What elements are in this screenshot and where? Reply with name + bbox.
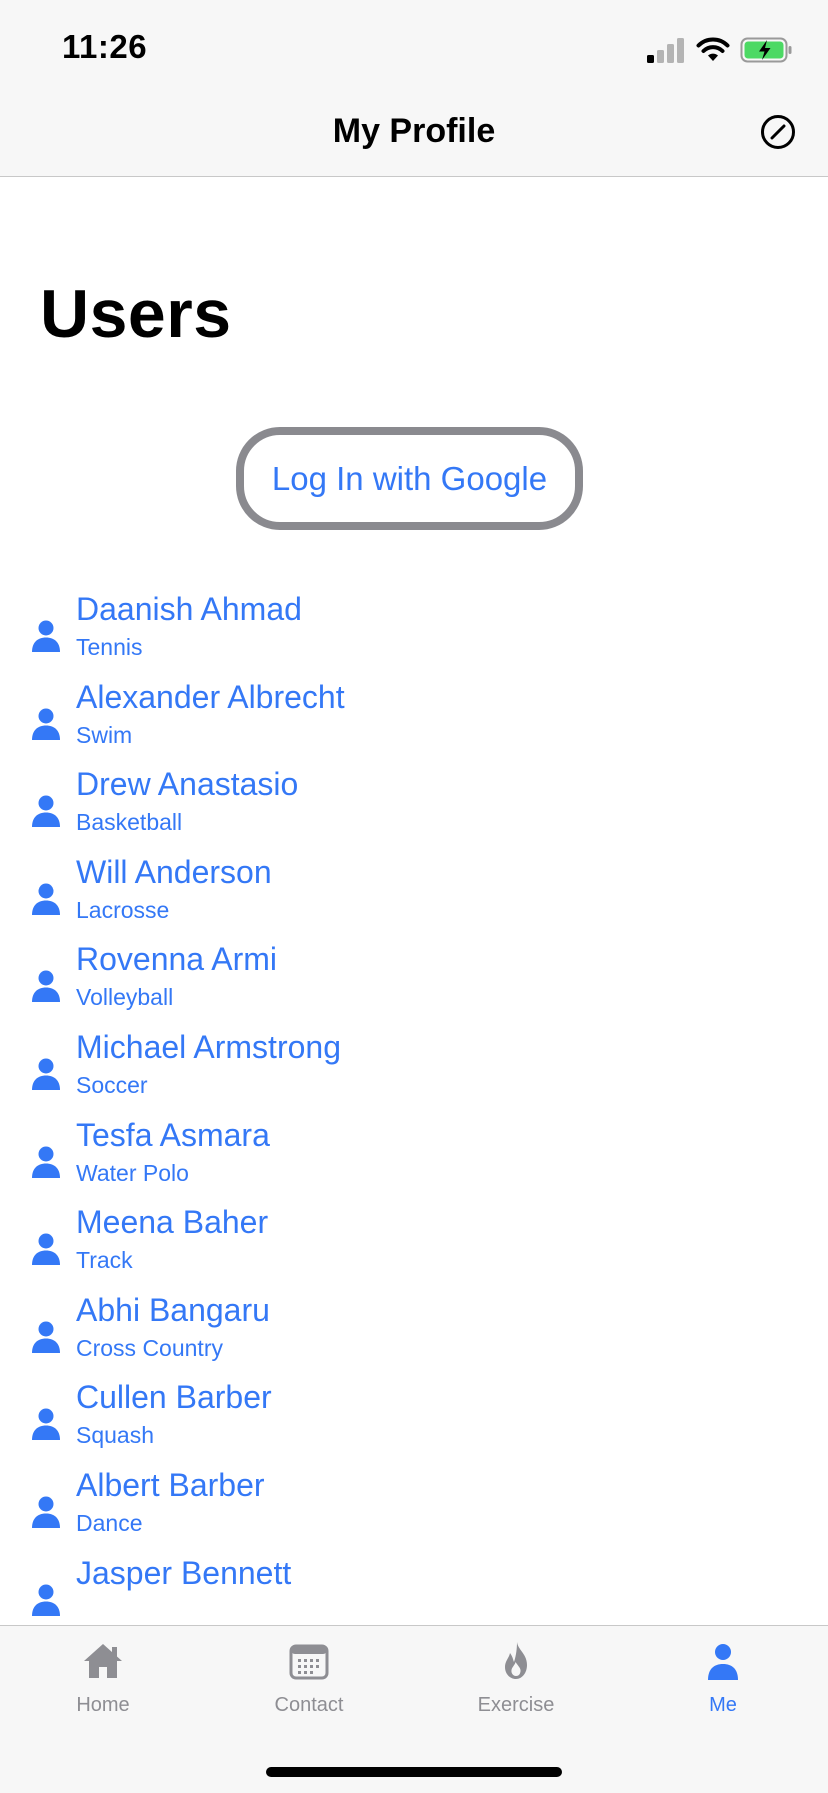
user-sport: Basketball bbox=[76, 809, 183, 836]
user-row[interactable]: Tesfa Asmara Water Polo bbox=[0, 1113, 828, 1201]
user-row[interactable]: Rovenna Armi Volleyball bbox=[0, 937, 828, 1025]
status-icons bbox=[646, 34, 794, 66]
user-name: Meena Baher bbox=[76, 1204, 269, 1241]
person-icon bbox=[32, 1584, 60, 1616]
user-name: Alexander Albrecht bbox=[76, 678, 345, 715]
main-content: Users Log In with Google Daanish Ahmad T… bbox=[0, 177, 828, 1625]
tab-label: Exercise bbox=[477, 1694, 555, 1716]
user-row[interactable]: Albert Barber Dance bbox=[0, 1463, 828, 1551]
status-bar: 11:26 bbox=[0, 0, 828, 88]
user-row[interactable]: Daanish Ahmad Tennis bbox=[0, 587, 828, 675]
tab-contact[interactable]: Contact bbox=[229, 1640, 389, 1740]
battery-charging-icon bbox=[740, 37, 792, 63]
user-row[interactable]: Cullen Barber Squash bbox=[0, 1375, 828, 1463]
home-icon bbox=[84, 1644, 122, 1678]
home-indicator[interactable] bbox=[266, 1767, 562, 1777]
tab-label: Home bbox=[76, 1694, 130, 1716]
user-name: Tesfa Asmara bbox=[76, 1116, 270, 1153]
person-icon bbox=[32, 1321, 60, 1353]
user-row[interactable]: Meena Baher Track bbox=[0, 1200, 828, 1288]
calendar-icon bbox=[289, 1644, 329, 1680]
user-row[interactable]: Will Anderson Lacrosse bbox=[0, 850, 828, 938]
user-list: Daanish Ahmad Tennis Alexander Albrecht … bbox=[0, 587, 828, 1625]
person-icon bbox=[32, 795, 60, 828]
user-sport: Dance bbox=[76, 1509, 143, 1536]
google-login-button[interactable]: Log In with Google bbox=[236, 427, 583, 530]
tab-label: Me bbox=[709, 1694, 737, 1716]
status-time: 11:26 bbox=[62, 28, 148, 65]
tab-label: Contact bbox=[274, 1694, 344, 1716]
user-name: Rovenna Armi bbox=[76, 941, 277, 978]
page-title: Users bbox=[40, 276, 232, 352]
user-sport: Lacrosse bbox=[76, 896, 170, 923]
person-icon bbox=[32, 1496, 60, 1528]
tab-exercise[interactable]: Exercise bbox=[436, 1640, 596, 1740]
user-row[interactable]: Michael Armstrong Soccer bbox=[0, 1025, 828, 1113]
wifi-icon bbox=[696, 37, 730, 61]
user-row[interactable]: Jasper Bennett bbox=[0, 1551, 828, 1625]
user-name: Drew Anastasio bbox=[76, 766, 299, 803]
person-icon bbox=[32, 970, 60, 1003]
person-icon bbox=[32, 1233, 60, 1266]
person-icon bbox=[32, 708, 60, 740]
user-sport: Swim bbox=[76, 721, 133, 748]
person-icon bbox=[32, 1058, 60, 1090]
user-name: Albert Barber bbox=[76, 1466, 265, 1503]
user-name: Abhi Bangaru bbox=[76, 1291, 270, 1328]
cellular-signal-icon bbox=[647, 38, 684, 63]
nav-title: My Profile bbox=[332, 112, 496, 150]
person-icon bbox=[32, 620, 60, 652]
user-row[interactable]: Alexander Albrecht Swim bbox=[0, 675, 828, 763]
compass-icon[interactable] bbox=[758, 112, 798, 152]
user-name: Will Anderson bbox=[76, 853, 272, 890]
user-row[interactable]: Drew Anastasio Basketball bbox=[0, 762, 828, 850]
user-name: Michael Armstrong bbox=[76, 1028, 341, 1065]
user-sport: Tennis bbox=[76, 634, 143, 660]
tab-me[interactable]: Me bbox=[643, 1640, 803, 1740]
user-name: Jasper Bennett bbox=[76, 1554, 292, 1591]
flame-icon bbox=[505, 1642, 527, 1679]
user-name: Cullen Barber bbox=[76, 1379, 272, 1416]
navigation-bar: My Profile bbox=[0, 88, 828, 177]
user-sport: Volleyball bbox=[76, 984, 174, 1011]
user-sport: Water Polo bbox=[76, 1159, 189, 1186]
user-name: Daanish Ahmad bbox=[76, 591, 302, 627]
user-row[interactable]: Abhi Bangaru Cross Country bbox=[0, 1288, 828, 1376]
user-sport: Track bbox=[76, 1247, 133, 1274]
person-icon bbox=[32, 1408, 60, 1441]
user-sport: Soccer bbox=[76, 1071, 148, 1098]
user-sport: Cross Country bbox=[76, 1334, 223, 1361]
tab-home[interactable]: Home bbox=[23, 1640, 183, 1740]
user-sport: Squash bbox=[76, 1422, 155, 1449]
person-icon bbox=[32, 1146, 60, 1178]
person-icon bbox=[708, 1644, 738, 1680]
person-icon bbox=[32, 883, 60, 915]
